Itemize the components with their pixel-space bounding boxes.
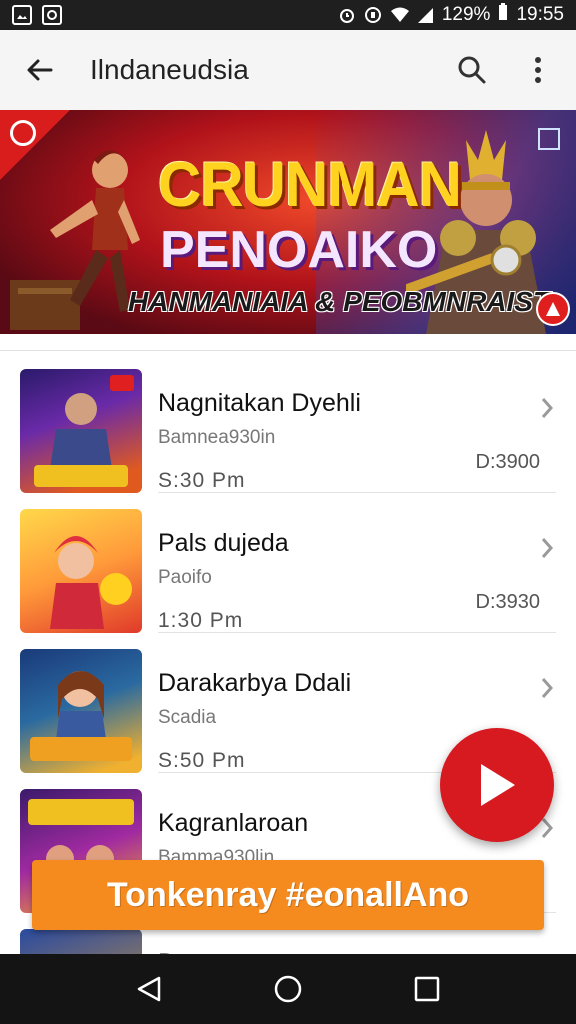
game-title: Darakarbya Ddali [158,669,352,697]
game-subtitle: Paoifo [158,567,212,588]
game-thumbnail [20,509,142,633]
banner-subhead: PENOAIKO [160,221,438,279]
game-subtitle: Bamnea930in [158,427,276,448]
page-title: Ilndaneudsia [90,54,249,85]
data-saver-icon [364,6,382,24]
game-title: Kagranlaroan [158,809,309,837]
brand-seal-icon [536,292,570,326]
search-button[interactable] [454,52,490,88]
cta-button[interactable]: Tonkenray #eonallAno [32,860,544,930]
chevron-right-icon [541,678,554,698]
game-thumbnail [20,649,142,773]
search-icon [458,56,486,84]
signal-icon [416,6,434,24]
promo-banner[interactable]: CRUNMAN PENOAIKO HANMANIAIA & PEOBMNRAIS… [0,110,576,334]
nav-back-button[interactable] [129,969,169,1009]
game-title: Nagnitakan Dyehli [158,389,361,417]
battery-icon [498,3,508,27]
game-thumbnail [20,929,142,954]
banner-tagline: HANMANIAIA & PEOBMNRAIST [128,286,551,317]
list-item[interactable]: Pals dujeda Paoifo 1:30 Pm D:3930 [20,491,576,633]
home-circle-icon [274,975,302,1003]
play-icon [481,764,515,806]
game-subtitle: Scadia [158,707,217,728]
wifi-icon [390,6,409,24]
banner-headline: CRUNMAN [158,149,462,220]
game-value: D:3930 [475,591,541,613]
game-thumbnail [20,369,142,493]
app-notification-icon [42,5,62,25]
app-bar: Ilndaneudsia [0,30,576,110]
status-bar: 129% 19:55 [0,0,576,30]
game-time: S:50 Pm [158,749,246,772]
overflow-menu-button[interactable] [520,52,556,88]
back-triangle-icon [138,976,161,1002]
expand-icon[interactable] [538,128,560,150]
play-fab-button[interactable] [440,728,554,842]
game-time: 1:30 Pm [158,609,244,632]
chevron-right-icon [541,538,554,558]
chevron-right-icon [541,398,554,418]
arrow-left-icon [27,59,53,81]
alarm-icon [338,6,356,24]
game-value: D:3900 [475,451,541,473]
recents-square-icon [414,976,439,1002]
game-title: Pals dujeda [158,529,289,557]
battery-text: 129% [441,4,491,25]
nav-recents-button[interactable] [407,969,447,1009]
back-button[interactable] [20,50,60,90]
more-vert-icon [535,57,541,83]
clock-text: 19:55 [516,4,564,25]
system-nav-bar [0,954,576,1024]
nav-home-button[interactable] [268,969,308,1009]
image-notification-icon [12,5,32,25]
game-time: S:30 Pm [158,469,246,492]
list-item[interactable]: Nagnitakan Dyehli Bamnea930in S:30 Pm D:… [20,351,576,493]
